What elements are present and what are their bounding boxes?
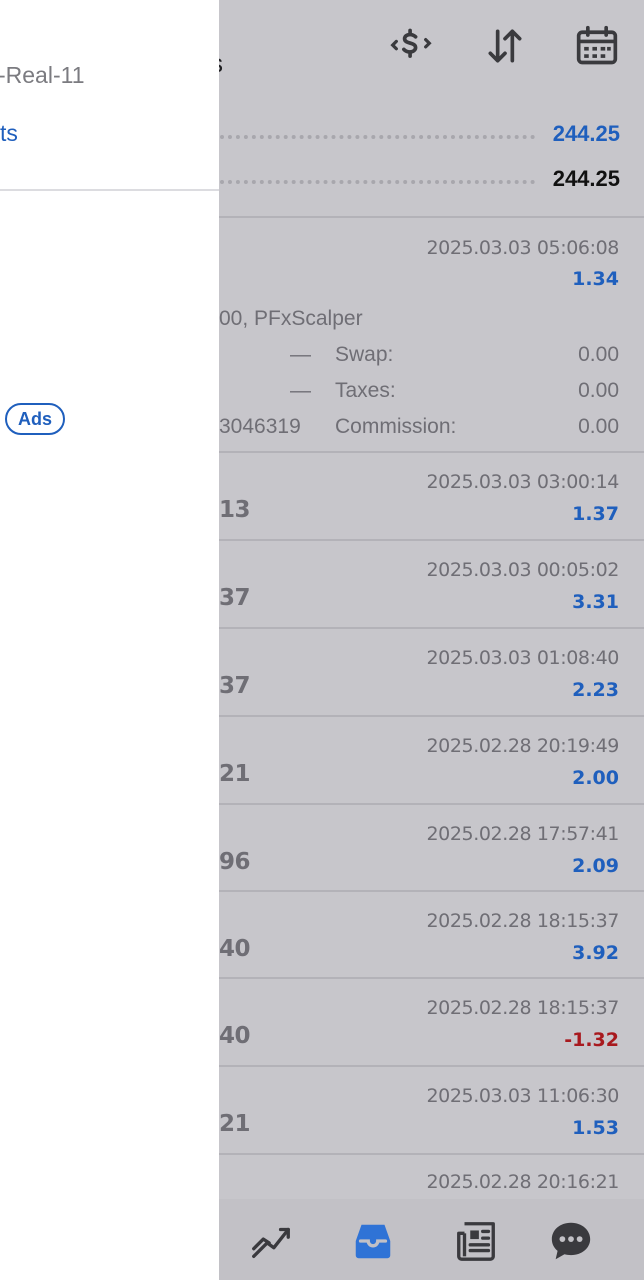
drawer-divider — [0, 189, 219, 191]
currency-exchange-icon[interactable] — [387, 22, 435, 70]
deal-price: 13 — [219, 497, 251, 523]
deal-time: 2025.02.28 18:15:37 — [426, 910, 619, 932]
ads-badge[interactable]: Ads — [5, 403, 66, 435]
deal-time: 2025.03.03 00:05:02 — [426, 559, 619, 581]
deal-price: 21 — [219, 761, 251, 787]
taxes-value: 0.00 — [578, 379, 619, 402]
deal-profit: 2.00 — [572, 767, 619, 789]
deal-time: 2025.03.03 01:08:40 — [426, 647, 619, 669]
commission-value: 0.00 — [578, 415, 619, 438]
deal-time: 2025.02.28 17:57:41 — [426, 823, 619, 845]
swap-label: Swap: — [335, 343, 394, 366]
commission-label: Commission: — [335, 415, 457, 438]
account-server: -Real-11 — [0, 62, 85, 88]
summary-profit-value: 244.25 — [552, 121, 620, 146]
deal-profit: 2.23 — [572, 679, 619, 701]
calendar-icon[interactable] — [573, 22, 621, 70]
leader-dots — [220, 135, 535, 139]
leader-dots — [220, 180, 535, 184]
deal-time: 2025.03.03 03:00:14 — [426, 471, 619, 493]
summary-row-profit: 244.25 — [220, 114, 620, 154]
deal-order-id: 3046319 — [219, 415, 301, 438]
news-icon[interactable] — [451, 1217, 501, 1265]
deal-profit: 3.92 — [572, 942, 619, 964]
taxes-label: Taxes: — [335, 379, 396, 402]
deal-price: 40 — [219, 1023, 251, 1049]
deal-profit: 2.09 — [572, 855, 619, 877]
swap-value: 0.00 — [578, 343, 619, 366]
deal-time: 2025.02.28 20:19:49 — [426, 735, 619, 757]
deal-time: 2025.02.28 18:15:37 — [426, 997, 619, 1019]
deal-profit: 1.53 — [572, 1117, 619, 1139]
navigation-drawer: -Real-11 ts Ads — [0, 0, 219, 1280]
chat-icon[interactable] — [546, 1217, 596, 1265]
deal-detail-left: — — [290, 343, 311, 366]
deal-time: 2025.03.03 11:06:30 — [426, 1085, 619, 1107]
inbox-icon[interactable] — [348, 1217, 398, 1265]
deal-price: 37 — [219, 673, 251, 699]
summary-balance-value: 244.25 — [552, 166, 620, 191]
summary-row-balance: 244.25 — [220, 159, 620, 199]
deal-price: 37 — [219, 585, 251, 611]
sort-icon[interactable] — [481, 22, 529, 70]
drawer-link[interactable]: ts — [0, 120, 18, 147]
deal-price: 21 — [219, 1111, 251, 1137]
deal-comment: 00, PFxScalper — [219, 307, 363, 330]
deal-profit: 1.34 — [572, 268, 619, 290]
deal-price: 40 — [219, 936, 251, 962]
deal-price: 96 — [219, 849, 251, 875]
deal-profit: 3.31 — [572, 591, 619, 613]
deal-time: 2025.02.28 20:16:21 — [426, 1171, 619, 1193]
deal-time: 2025.03.03 05:06:08 — [426, 237, 619, 259]
chart-icon[interactable] — [246, 1217, 296, 1265]
trade-history-screen: s — [0, 0, 644, 1280]
deal-detail-left: — — [290, 379, 311, 402]
deal-profit: 1.37 — [572, 503, 619, 525]
deal-profit: -1.32 — [564, 1029, 619, 1051]
